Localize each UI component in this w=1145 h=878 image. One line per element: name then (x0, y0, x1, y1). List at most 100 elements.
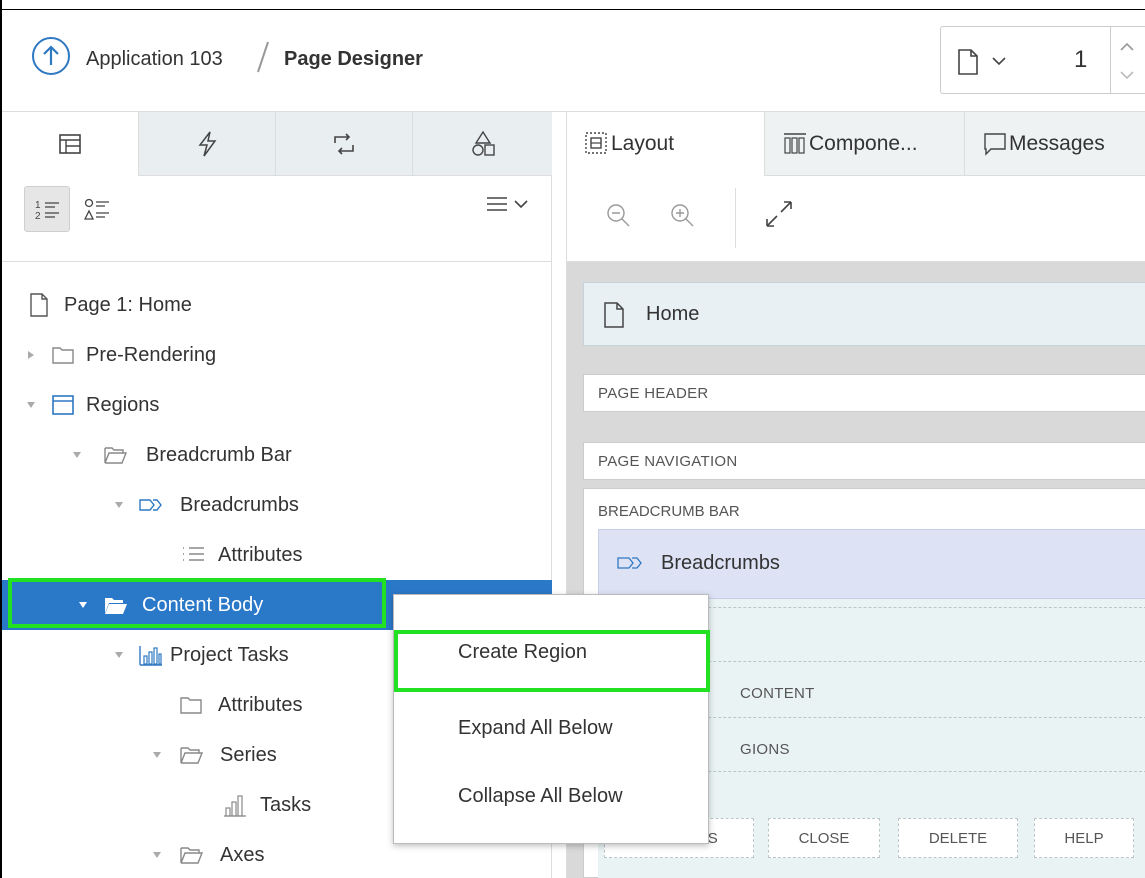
processing-icon (334, 132, 354, 155)
header: Application 103 Page Designer 1 (2, 10, 1145, 112)
zone-label: PAGE NAVIGATION (598, 453, 738, 470)
tree-node-label: Breadcrumbs (180, 494, 299, 516)
tree-node-label: Page 1: Home (64, 294, 192, 316)
tab-messages[interactable]: Messages (965, 112, 1145, 176)
chevron-up-icon[interactable] (1120, 42, 1134, 52)
create-region-highlight (394, 630, 710, 692)
tab-label: Compone... (809, 132, 918, 155)
expand-icon[interactable] (763, 198, 795, 230)
dynamic-actions-icon (198, 131, 217, 156)
menu-lines-icon (487, 197, 507, 211)
regions-icon (52, 395, 74, 415)
tree-node-page[interactable]: Page 1: Home (2, 280, 552, 330)
button-slot-delete[interactable]: DELETE (898, 818, 1018, 858)
folder-icon (52, 347, 74, 364)
tree-node-label: Pre-Rendering (86, 344, 217, 366)
tree-node-pre-rendering[interactable]: Pre-Rendering (2, 330, 552, 380)
page-icon (604, 302, 624, 328)
region-breadcrumbs[interactable]: Breadcrumbs (598, 529, 1145, 599)
menu-item-collapse-all-below[interactable]: Collapse All Below (458, 785, 623, 808)
page-region-home[interactable]: Home (583, 282, 1145, 346)
folder-open-icon (104, 447, 128, 464)
tab-shared-components[interactable] (413, 112, 552, 176)
tree-node-label: Series (220, 744, 277, 766)
collapse-arrow-icon[interactable] (72, 450, 82, 460)
shared-components-icon (471, 130, 495, 156)
tree-toolbar: 1 2 (2, 176, 552, 262)
layout-icon (585, 132, 607, 154)
tree-node-attributes[interactable]: Attributes (2, 530, 552, 580)
tree-node-label: Project Tasks (170, 644, 289, 666)
tab-dynamic-actions[interactable] (139, 112, 276, 176)
page-title: Page Designer (284, 48, 423, 70)
zone-label: CONTENT (740, 685, 815, 702)
breadcrumb-application[interactable]: Application 103 (86, 48, 223, 71)
folder-icon (180, 697, 202, 714)
tree-menu-button[interactable] (486, 196, 528, 212)
collapse-arrow-icon[interactable] (114, 500, 124, 510)
tab-label: Layout (611, 132, 675, 155)
region-label: Breadcrumbs (661, 552, 780, 574)
selected-node-highlight (8, 578, 386, 628)
tab-layout[interactable]: Layout (567, 112, 765, 176)
left-tabbar (2, 112, 552, 176)
right-tabbar: Layout Compone... Messages (567, 112, 1145, 176)
view-by-order-button[interactable]: 1 2 (24, 186, 70, 232)
breadcrumb-icon (617, 557, 642, 569)
chart-small-icon (224, 795, 246, 817)
zone-label: PAGE HEADER (598, 385, 709, 402)
menu-item-expand-all-below[interactable]: Expand All Below (458, 717, 613, 740)
chevron-down-icon[interactable] (1120, 70, 1134, 80)
rendering-tree-icon (59, 134, 81, 154)
tab-components[interactable]: Compone... (765, 112, 965, 176)
folder-open-icon (180, 847, 204, 864)
collapse-arrow-icon[interactable] (114, 650, 124, 660)
layout-toolbar (567, 176, 1145, 262)
tab-label: Messages (1009, 132, 1105, 155)
tree-node-label: Attributes (218, 544, 303, 566)
zone-page-header[interactable]: PAGE HEADER (583, 374, 1145, 412)
up-arrow-icon[interactable] (32, 37, 70, 75)
spinner-divider (1110, 26, 1111, 94)
tree-node-label: Attributes (218, 694, 303, 716)
breadcrumb-separator (257, 41, 269, 73)
collapse-arrow-icon[interactable] (152, 750, 162, 760)
toolbar-divider (735, 188, 736, 248)
tree-node-label: Axes (220, 844, 265, 866)
tree-node-label: Breadcrumb Bar (146, 444, 292, 466)
tree-node-breadcrumb-bar[interactable]: Breadcrumb Bar (2, 430, 552, 480)
grouped-list-icon (83, 198, 109, 220)
zoom-out-icon[interactable] (605, 202, 631, 228)
zone-page-navigation[interactable]: PAGE NAVIGATION (583, 442, 1145, 480)
svg-text:2: 2 (35, 211, 41, 220)
tab-processing[interactable] (276, 112, 413, 176)
view-by-type-button[interactable] (74, 186, 120, 232)
folder-open-icon (180, 747, 204, 764)
button-slot-help[interactable]: HELP (1034, 818, 1134, 858)
tree-node-breadcrumbs[interactable]: Breadcrumbs (2, 480, 552, 530)
numbered-list-icon: 1 2 (35, 200, 59, 220)
zone-label: BREADCRUMB BAR (598, 503, 740, 520)
chevron-down-icon[interactable] (992, 56, 1006, 66)
tree-node-regions[interactable]: Regions (2, 380, 552, 430)
page-name: Home (646, 303, 700, 325)
collapse-arrow-icon[interactable] (152, 850, 162, 860)
chevron-down-icon (514, 200, 528, 209)
button-slot-close[interactable]: CLOSE (768, 818, 880, 858)
attributes-icon (183, 547, 204, 561)
zone-label: GIONS (740, 741, 790, 758)
page-number[interactable]: 1 (1074, 46, 1087, 74)
svg-text:1: 1 (35, 200, 41, 211)
tree-node-label: Tasks (260, 794, 312, 816)
zoom-in-icon[interactable] (669, 202, 695, 228)
tab-rendering[interactable] (2, 112, 139, 176)
tree-node-label: Regions (86, 394, 160, 416)
page-icon[interactable] (957, 48, 979, 76)
chart-icon (139, 646, 162, 666)
breadcrumb-icon (139, 499, 162, 511)
components-icon (784, 133, 806, 154)
expand-arrow-icon[interactable] (26, 350, 36, 360)
collapse-arrow-icon[interactable] (26, 400, 36, 410)
page-icon (30, 293, 48, 317)
messages-icon (984, 133, 1006, 156)
